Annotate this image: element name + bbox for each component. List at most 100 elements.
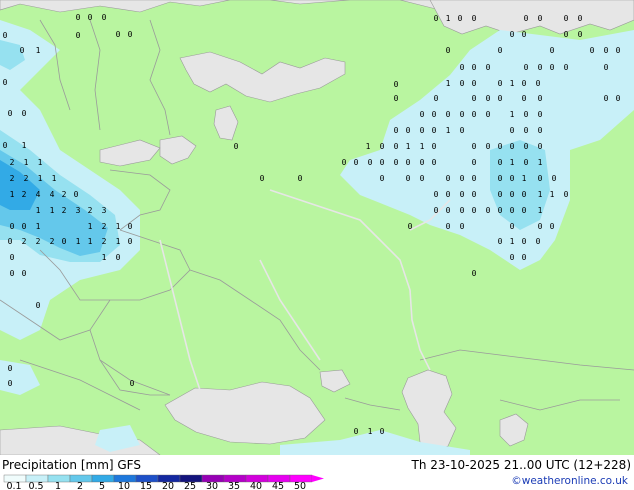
- station-value: 1: [36, 46, 41, 55]
- station-value: 0: [486, 110, 491, 119]
- station-value: 0: [460, 206, 465, 215]
- station-value: 0: [22, 269, 27, 278]
- station-value: 0: [434, 190, 439, 199]
- station-value: 0: [406, 158, 411, 167]
- station-value: 0: [538, 142, 543, 151]
- station-value: 0: [380, 427, 385, 436]
- station-value: 2: [62, 206, 67, 215]
- station-value: 0: [538, 174, 543, 183]
- station-value: 0: [486, 94, 491, 103]
- station-value: 0: [510, 174, 515, 183]
- station-value: 0: [472, 94, 477, 103]
- station-value: 0: [130, 379, 135, 388]
- station-value: 0: [538, 94, 543, 103]
- station-value: 0: [116, 30, 121, 39]
- station-value: 0: [354, 158, 359, 167]
- station-value: 0: [260, 174, 265, 183]
- station-value: 0: [486, 63, 491, 72]
- station-value: 0: [432, 126, 437, 135]
- legend-title: Precipitation [mm] GFS: [2, 458, 141, 472]
- station-value: 0: [420, 174, 425, 183]
- station-value: 0: [472, 190, 477, 199]
- station-value: 1: [368, 427, 373, 436]
- station-value: 3: [102, 206, 107, 215]
- station-value: 1: [538, 158, 543, 167]
- station-value: 1: [366, 142, 371, 151]
- map-legend: Precipitation [mm] GFS Th 23-10-2025 21.…: [0, 455, 634, 490]
- station-value: 0: [472, 142, 477, 151]
- station-value: 1: [22, 141, 27, 150]
- station-value: 0: [550, 46, 555, 55]
- station-value: 0: [380, 158, 385, 167]
- station-value: 0: [486, 206, 491, 215]
- station-value: 2: [50, 237, 55, 246]
- station-value: 0: [420, 126, 425, 135]
- station-value: 0: [498, 206, 503, 215]
- station-value: 0: [432, 110, 437, 119]
- station-value: 0: [498, 237, 503, 246]
- station-value: 0: [472, 206, 477, 215]
- station-value: 0: [538, 222, 543, 231]
- station-value: 0: [604, 63, 609, 72]
- station-value: 0: [552, 174, 557, 183]
- station-value: 0: [578, 14, 583, 23]
- station-value: 1: [406, 142, 411, 151]
- station-value: 2: [102, 237, 107, 246]
- station-value: 0: [550, 63, 555, 72]
- station-value: 0: [498, 79, 503, 88]
- station-value: 0: [616, 94, 621, 103]
- station-value: 0: [460, 190, 465, 199]
- station-value: 1: [52, 174, 57, 183]
- station-value: 0: [446, 174, 451, 183]
- station-value: 0: [460, 63, 465, 72]
- station-value: 0: [76, 13, 81, 22]
- colorbar-ticks: 0.1 0.5 1 2 5 10 15 20 25 30 35 40 45 50: [0, 481, 340, 490]
- station-value: 1: [538, 190, 543, 199]
- station-value: 0: [522, 94, 527, 103]
- station-value: 1: [76, 237, 81, 246]
- station-value: 0: [522, 253, 527, 262]
- station-value: 0: [498, 174, 503, 183]
- station-value: 0: [446, 222, 451, 231]
- station-value: 0: [74, 190, 79, 199]
- station-value: 0: [88, 13, 93, 22]
- station-value: 1: [116, 222, 121, 231]
- station-value: 2: [62, 190, 67, 199]
- station-value: 1: [550, 190, 555, 199]
- station-value: 1: [88, 222, 93, 231]
- colorbar-tick-label: 50: [293, 481, 307, 490]
- station-value: 0: [538, 126, 543, 135]
- station-value: 0: [354, 427, 359, 436]
- station-value: 1: [36, 206, 41, 215]
- station-value: 0: [420, 110, 425, 119]
- colorbar-tick-label: 30: [205, 481, 219, 490]
- colorbar-tick-label: 5: [98, 481, 106, 490]
- station-value: 0: [116, 253, 121, 262]
- station-value: 0: [536, 79, 541, 88]
- station-value: 0: [522, 190, 527, 199]
- station-value: 0: [498, 158, 503, 167]
- source-credit[interactable]: ©weatheronline.co.uk: [511, 475, 628, 487]
- station-value: 1: [446, 79, 451, 88]
- colorbar-tick-label: 35: [227, 481, 241, 490]
- colorbar-tick-label: 25: [183, 481, 197, 490]
- station-value: 0: [394, 142, 399, 151]
- station-value: 0: [498, 46, 503, 55]
- station-value: 1: [510, 110, 515, 119]
- station-value: 0: [408, 222, 413, 231]
- station-value: 0: [446, 110, 451, 119]
- station-value: 0: [616, 46, 621, 55]
- station-value: 0: [522, 30, 527, 39]
- station-value: 0: [460, 110, 465, 119]
- station-value: 0: [510, 126, 515, 135]
- station-value: 2: [102, 222, 107, 231]
- station-value: 0: [3, 31, 8, 40]
- station-value: 1: [50, 206, 55, 215]
- station-value: 1: [446, 14, 451, 23]
- station-value: 1: [446, 126, 451, 135]
- colorbar-tick-label: 10: [117, 481, 131, 490]
- station-value: 0: [3, 78, 8, 87]
- colorbar-tick-label: 0.1: [6, 481, 22, 490]
- colorbar-tick-label: 15: [139, 481, 153, 490]
- station-value: 0: [472, 269, 477, 278]
